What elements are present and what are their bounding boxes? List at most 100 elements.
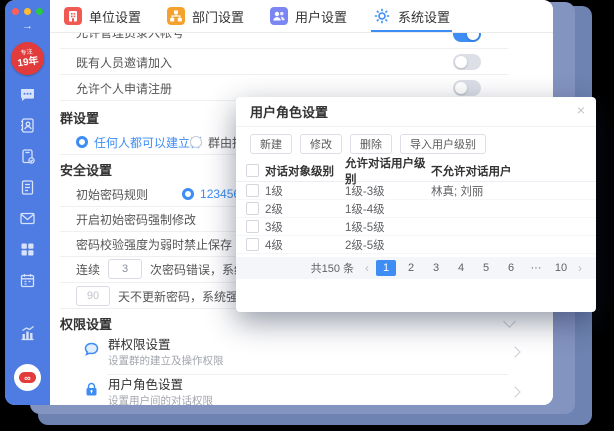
- user-role-dialog: 用户角色设置 × 新建 修改 删除 导入用户级别 对话对象级别 允许对话用户级别…: [236, 97, 596, 312]
- setting-label: 允许个人申请注册: [76, 80, 172, 97]
- prev-page-icon[interactable]: ‹: [363, 261, 371, 275]
- table-row[interactable]: 4级 2级-5级: [236, 236, 596, 254]
- setting-label: 既有人员邀请加入: [76, 54, 172, 71]
- chart-icon[interactable]: [19, 325, 36, 342]
- perm-row-group-permission[interactable]: 群权限设置 设置群的建立及操作权限: [83, 338, 503, 368]
- perm-row-user-role[interactable]: 用户角色设置 设置用户间的对话权限: [83, 378, 503, 405]
- perm-item-subtitle: 设置用户间的对话权限: [108, 395, 213, 405]
- table-header-row: 对话对象级别 允许对话用户级别 不允许对话用户: [236, 160, 596, 182]
- page-button-2[interactable]: 2: [401, 260, 421, 276]
- lock-attempts-input[interactable]: [108, 259, 142, 279]
- perm-item-title: 群权限设置: [108, 338, 224, 353]
- dialog-header: 用户角色设置 ×: [236, 97, 596, 127]
- perm-item-title: 用户角色设置: [108, 378, 213, 393]
- promo-badge-19years: 专注 19年: [9, 40, 46, 77]
- mail-icon[interactable]: [19, 210, 36, 227]
- password-expire-days-input[interactable]: [76, 286, 110, 306]
- document-icon[interactable]: [19, 179, 36, 196]
- tab-department-settings[interactable]: 部门设置: [167, 0, 244, 32]
- tab-user-settings[interactable]: 用户设置: [270, 0, 347, 32]
- page-button-1[interactable]: 1: [376, 260, 396, 276]
- page-ellipsis[interactable]: ···: [526, 260, 546, 276]
- chat-bubble-icon: [83, 341, 100, 358]
- delete-button[interactable]: 删除: [350, 134, 392, 154]
- pagination-bar: 共150 条 ‹ 1 2 3 4 5 6 ··· 10 ›: [236, 257, 596, 279]
- infinity-logo-icon: ∞: [19, 372, 36, 383]
- table-row[interactable]: 3级 1级-5级: [236, 218, 596, 236]
- divider: [107, 374, 508, 375]
- apps-grid-icon[interactable]: [19, 241, 36, 258]
- top-tab-bar: 单位设置 部门设置 用户设置: [50, 0, 553, 33]
- toggle-self-register[interactable]: [453, 80, 481, 96]
- select-all-checkbox[interactable]: [246, 164, 259, 177]
- setting-row-self-register: 允许个人申请注册: [76, 76, 172, 100]
- role-table: 对话对象级别 允许对话用户级别 不允许对话用户 1级 1级-3级 林真; 刘丽 …: [236, 160, 596, 254]
- next-page-icon[interactable]: ›: [576, 261, 584, 275]
- setting-row-invite-join: 既有人员邀请加入: [76, 50, 172, 74]
- dialog-title: 用户角色设置: [250, 102, 328, 121]
- lock-prefix: 连续: [76, 261, 100, 278]
- setting-label: 初始密码规则: [76, 186, 148, 203]
- chat-icon[interactable]: [19, 86, 36, 103]
- page-button-6[interactable]: 6: [501, 260, 521, 276]
- row-checkbox[interactable]: [246, 238, 259, 251]
- close-icon[interactable]: ×: [577, 103, 585, 117]
- page-button-3[interactable]: 3: [426, 260, 446, 276]
- window-controls: [12, 8, 43, 15]
- tab-system-settings[interactable]: 系统设置: [373, 0, 450, 32]
- chevron-down-icon[interactable]: [503, 315, 516, 328]
- total-count: 共150 条: [311, 260, 354, 276]
- row-checkbox[interactable]: [246, 220, 259, 233]
- radio-anyone-create-group[interactable]: [76, 136, 88, 148]
- new-button[interactable]: 新建: [250, 134, 292, 154]
- radio-label-anyone: 任何人都可以建立群: [94, 134, 202, 151]
- row-checkbox[interactable]: [246, 184, 259, 197]
- device-approval-icon[interactable]: [19, 148, 36, 165]
- perm-item-subtitle: 设置群的建立及操作权限: [108, 355, 224, 368]
- chevron-right-icon[interactable]: [509, 386, 520, 397]
- import-levels-button[interactable]: 导入用户级别: [400, 134, 486, 154]
- col-header-level: 对话对象级别: [265, 163, 345, 179]
- gear-icon: [373, 7, 391, 25]
- divider: [60, 48, 508, 49]
- section-title-group: 群设置: [60, 108, 99, 127]
- section-title-permissions: 权限设置: [60, 314, 112, 333]
- edit-button[interactable]: 修改: [300, 134, 342, 154]
- group-create-options: 任何人都可以建立群: [76, 132, 202, 152]
- divider: [60, 74, 508, 75]
- page-button-5[interactable]: 5: [476, 260, 496, 276]
- radio-assigned-create-group[interactable]: [190, 136, 202, 148]
- forward-arrow-icon[interactable]: →: [5, 21, 50, 32]
- row-checkbox[interactable]: [246, 202, 259, 215]
- radio-password-rule[interactable]: [182, 188, 194, 200]
- building-icon: [64, 7, 82, 25]
- calendar-icon[interactable]: [19, 272, 36, 289]
- brand-logo: ∞: [14, 364, 41, 391]
- chevron-right-icon[interactable]: [509, 346, 520, 357]
- tab-label: 用户设置: [295, 7, 347, 26]
- setting-label: 开启初始密码强制修改: [76, 211, 196, 228]
- toggle-invite-join[interactable]: [453, 54, 481, 70]
- zoom-window-button[interactable]: [36, 8, 43, 15]
- tab-label: 部门设置: [192, 7, 244, 26]
- setting-row-force-change: 开启初始密码强制修改: [76, 209, 196, 229]
- tab-label: 系统设置: [398, 7, 450, 26]
- minimize-window-button[interactable]: [24, 8, 31, 15]
- app-canvas: → 专注 19年: [0, 0, 614, 431]
- table-row[interactable]: 2级 1级-4级: [236, 200, 596, 218]
- users-icon: [270, 7, 288, 25]
- lock-icon: [83, 381, 100, 398]
- app-sidebar: → 专注 19年: [5, 0, 50, 405]
- setting-row-initial-password: 初始密码规则 123456: [76, 184, 240, 204]
- tab-unit-settings[interactable]: 单位设置: [64, 0, 141, 32]
- section-title-security: 安全设置: [60, 160, 112, 179]
- table-row[interactable]: 1级 1级-3级 林真; 刘丽: [236, 182, 596, 200]
- setting-row-weak-block: 密码校验强度为弱时禁止保存: [76, 234, 232, 254]
- page-button-4[interactable]: 4: [451, 260, 471, 276]
- close-window-button[interactable]: [12, 8, 19, 15]
- password-rule-value: 123456: [200, 187, 240, 201]
- contacts-icon[interactable]: [19, 117, 36, 134]
- col-header-deny: 不允许对话用户: [431, 163, 596, 179]
- tab-label: 单位设置: [89, 7, 141, 26]
- page-button-10[interactable]: 10: [551, 260, 571, 276]
